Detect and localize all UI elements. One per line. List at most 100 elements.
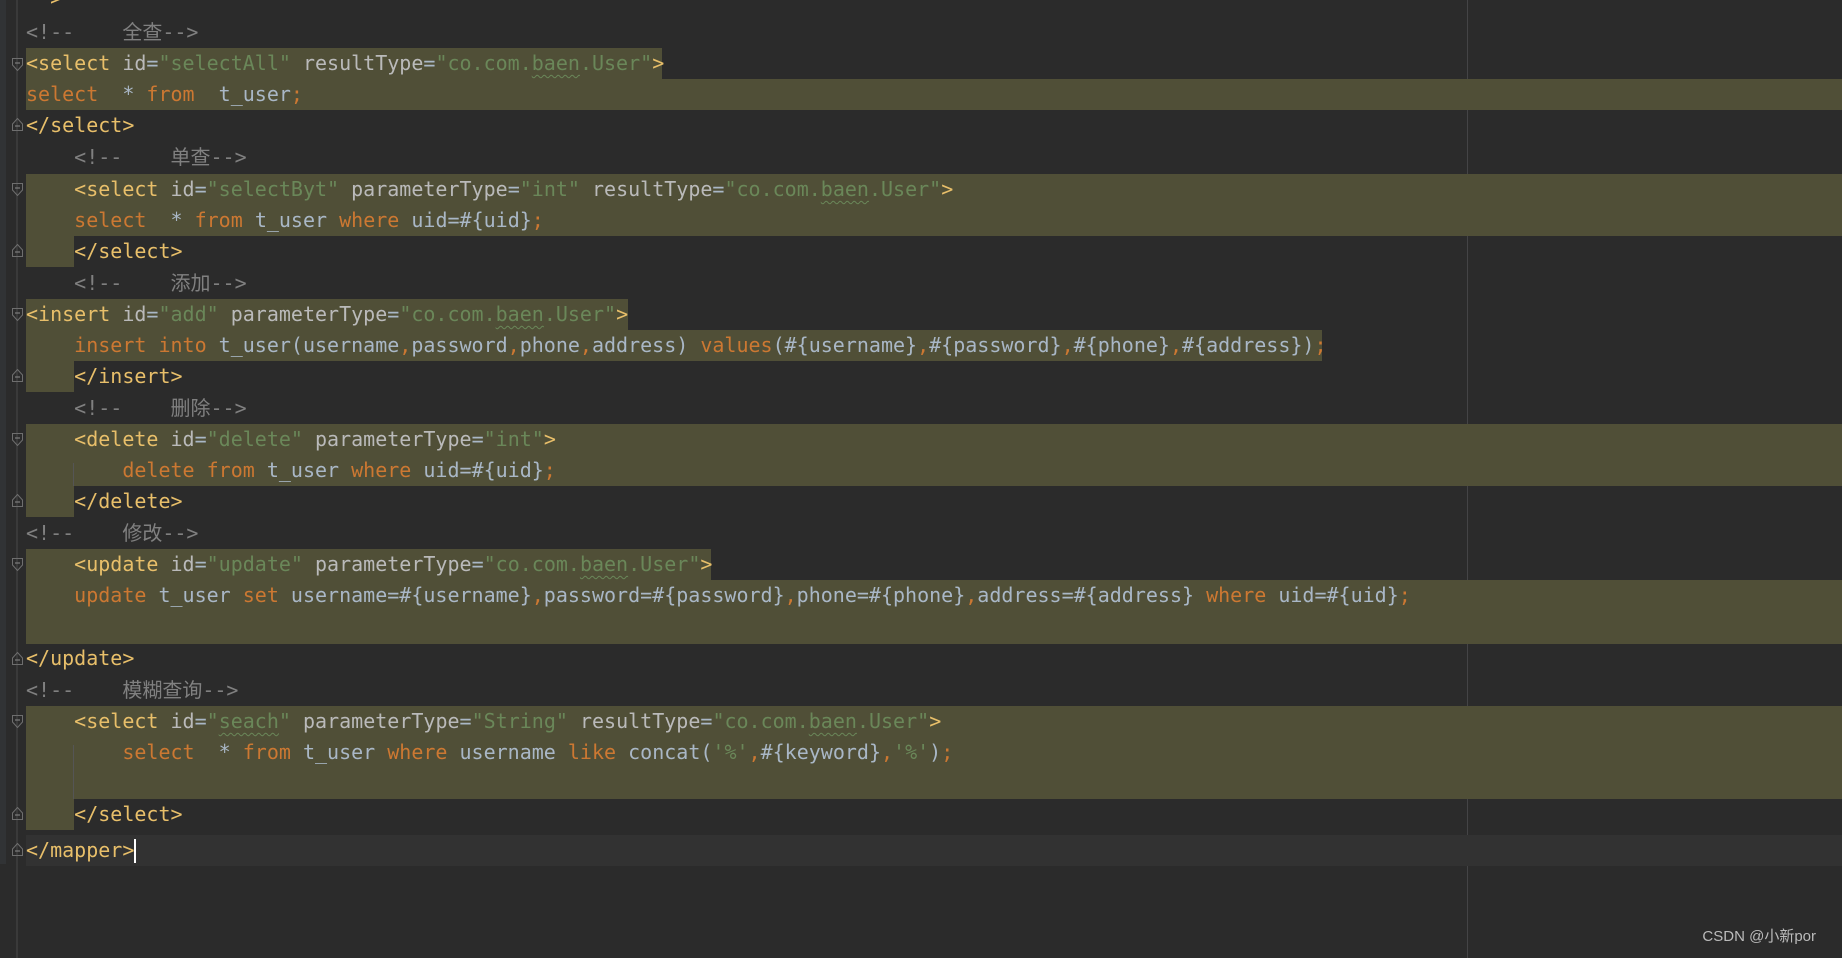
code-line[interactable]: </select> <box>0 110 1842 141</box>
code-token: #{address}) <box>1182 333 1315 357</box>
code-token: "add" <box>158 302 231 326</box>
code-token: "co.com. <box>435 51 532 75</box>
code-token: t_user <box>218 82 291 106</box>
code-line[interactable]: <!-- 全查--> <box>0 17 1842 48</box>
code-token: t_user(username <box>218 333 400 357</box>
code-token: username=#{username} <box>290 583 532 607</box>
line-text: </select> <box>26 236 182 267</box>
code-token: "co.com. <box>712 709 809 733</box>
fold-open-icon[interactable] <box>12 58 23 71</box>
code-token: where <box>1206 583 1279 607</box>
code-line[interactable]: <select id="seach" parameterType="String… <box>0 706 1842 737</box>
fold-open-icon[interactable] <box>12 715 23 728</box>
fold-close-icon[interactable] <box>12 652 23 665</box>
code-token: "delete" <box>206 427 316 451</box>
line-text: </insert> <box>26 361 182 392</box>
code-token: ; <box>531 208 544 232</box>
code-line[interactable]: <!-- 单查--> <box>0 142 1842 173</box>
line-text: <insert id="add" parameterType="co.com.b… <box>26 299 628 330</box>
code-line[interactable]: insert into t_user(username,password,pho… <box>0 330 1842 361</box>
line-text: select * from t_user; <box>26 79 303 110</box>
code-token: , <box>917 333 930 357</box>
fold-open-icon[interactable] <box>12 558 23 571</box>
code-token: parameterType <box>230 302 388 326</box>
code-line[interactable]: <select id="selectAll" resultType="co.co… <box>0 48 1842 79</box>
code-token: insert into <box>26 333 219 357</box>
code-token: (#{username} <box>772 333 918 357</box>
code-line[interactable]: </select> <box>0 799 1842 830</box>
code-line[interactable]: select * from t_user where username like… <box>0 737 1842 768</box>
line-text: <!-- 修改--> <box>26 518 198 549</box>
code-token: , <box>1169 333 1183 357</box>
code-line-stub: --> <box>26 0 62 10</box>
text-caret <box>134 839 136 863</box>
code-token: where <box>351 458 424 482</box>
code-token: resultType <box>579 709 701 733</box>
fold-close-icon[interactable] <box>12 118 23 131</box>
code-token: <select <box>26 51 123 75</box>
code-line[interactable]: </update> <box>0 643 1842 674</box>
code-line[interactable]: </select> <box>0 236 1842 267</box>
code-token: </update> <box>26 646 135 670</box>
line-text: <select id="seach" parameterType="String… <box>26 706 941 737</box>
code-line[interactable]: update t_user set username=#{username},p… <box>0 580 1842 611</box>
code-token: parameterType <box>315 552 472 576</box>
code-line[interactable]: <select id="selectByt" parameterType="in… <box>0 174 1842 205</box>
code-line[interactable]: select * from t_user; <box>0 79 1842 110</box>
code-line[interactable]: </delete> <box>0 486 1842 517</box>
fold-open-icon[interactable] <box>12 308 23 321</box>
code-line[interactable]: <!-- 修改--> <box>0 518 1842 549</box>
fold-close-icon[interactable] <box>12 843 23 856</box>
code-token: = <box>459 709 472 733</box>
code-token: parameterType <box>315 427 472 451</box>
indent-guide <box>73 745 74 799</box>
code-token: baen <box>579 552 629 576</box>
code-token: <delete <box>26 427 171 451</box>
code-token: concat( <box>628 740 713 764</box>
code-token: #{password} <box>929 333 1062 357</box>
code-line[interactable]: delete from t_user where uid=#{uid}; <box>0 455 1842 486</box>
code-line[interactable]: </mapper> <box>0 835 1842 866</box>
code-token: like <box>567 740 629 764</box>
code-line[interactable]: <insert id="add" parameterType="co.com.b… <box>0 299 1842 330</box>
code-token: address) <box>591 333 701 357</box>
code-token: <!-- 删除--> <box>26 396 247 420</box>
fold-close-icon[interactable] <box>12 244 23 257</box>
line-text: <!-- 模糊查询--> <box>26 675 238 706</box>
fold-close-icon[interactable] <box>12 369 23 382</box>
code-line[interactable]: select * from t_user where uid=#{uid}; <box>0 205 1842 236</box>
code-line[interactable]: <delete id="delete" parameterType="int"> <box>0 424 1842 455</box>
line-text: </delete> <box>26 486 182 517</box>
code-token: = <box>194 177 207 201</box>
code-token: .User" <box>856 709 930 733</box>
code-token: t_user <box>254 208 340 232</box>
code-line[interactable] <box>0 768 1842 799</box>
fold-open-icon[interactable] <box>12 183 23 196</box>
code-line[interactable]: <!-- 模糊查询--> <box>0 675 1842 706</box>
fold-open-icon[interactable] <box>12 433 23 446</box>
code-line[interactable]: </insert> <box>0 361 1842 392</box>
fold-close-icon[interactable] <box>12 494 23 507</box>
code-line[interactable]: <!-- 删除--> <box>0 393 1842 424</box>
code-token: id <box>170 177 195 201</box>
code-editor[interactable]: --> <!-- 全查--> <select id="selectAll" re… <box>0 0 1842 958</box>
code-token: parameterType <box>351 177 508 201</box>
code-token: resultType <box>302 51 424 75</box>
code-token: set <box>242 583 291 607</box>
code-token: where <box>387 740 460 764</box>
fold-close-icon[interactable] <box>12 807 23 820</box>
code-token: "selectByt" <box>206 177 352 201</box>
code-token: <!-- 单查--> <box>26 145 247 169</box>
code-token: * <box>218 740 243 764</box>
code-line[interactable] <box>0 612 1842 643</box>
code-line[interactable]: <update id="update" parameterType="co.co… <box>0 549 1842 580</box>
code-token: = <box>471 427 484 451</box>
line-text: </mapper> <box>26 835 134 866</box>
code-line[interactable]: <!-- 添加--> <box>0 268 1842 299</box>
code-token: baen <box>495 302 544 326</box>
code-token: uid=#{uid} <box>423 458 544 482</box>
code-token: #{keyword} <box>760 740 881 764</box>
code-token: .User" <box>543 302 617 326</box>
code-token: "String" <box>471 709 580 733</box>
code-token: select <box>26 740 219 764</box>
